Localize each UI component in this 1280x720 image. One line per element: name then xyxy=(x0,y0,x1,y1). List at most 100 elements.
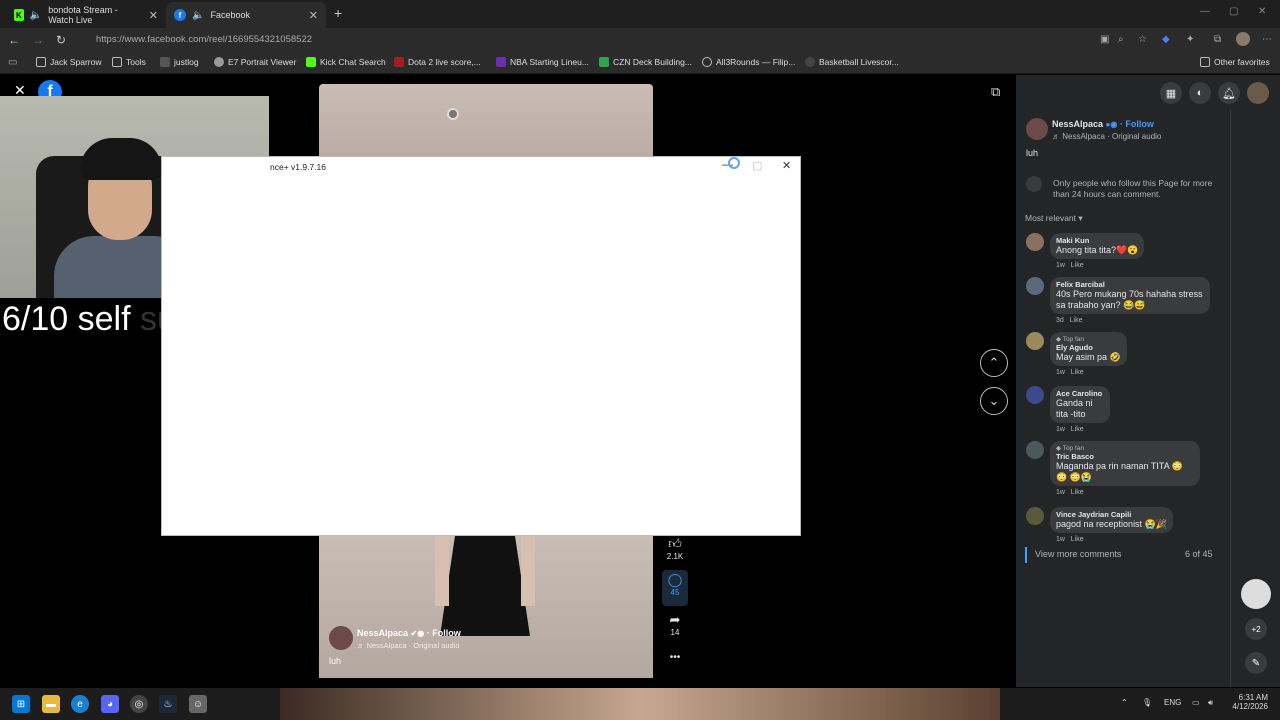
steam-icon[interactable]: ♨ xyxy=(159,695,177,713)
microphone-icon[interactable]: 🎙︎ xyxy=(1142,698,1152,707)
commenter-avatar[interactable] xyxy=(1026,386,1044,404)
bookmark-all3rounds[interactable]: All3Rounds — Filip... xyxy=(702,57,795,67)
next-reel-button[interactable]: ⌄ xyxy=(980,387,1008,415)
commenter-avatar[interactable] xyxy=(1026,332,1044,350)
url-field[interactable]: https://www.facebook.com/reel/1669554321… xyxy=(80,31,1090,49)
discord-icon[interactable]: ◕ xyxy=(101,695,119,713)
favorite-star-icon[interactable]: ☆ xyxy=(1138,34,1147,45)
commenter-avatar[interactable] xyxy=(1026,233,1044,251)
volume-icon[interactable]: 🔊︎ xyxy=(1208,698,1213,708)
view-more-comments-link[interactable]: View more comments xyxy=(1035,549,1121,559)
post-follow-button[interactable]: · Follow xyxy=(1120,119,1154,129)
commenter-name[interactable]: Tric Basco xyxy=(1056,452,1194,461)
commenter-avatar[interactable] xyxy=(1026,507,1044,525)
tray-overflow-icon[interactable]: ⌃ xyxy=(1121,698,1128,707)
commenter-name[interactable]: Maki Kun xyxy=(1056,236,1138,245)
edge-browser-icon[interactable]: e xyxy=(71,695,89,713)
post-audio[interactable]: ♬ NessAlpaca · Original audio xyxy=(1052,132,1161,141)
close-tab-icon[interactable]: ✕ xyxy=(149,9,158,22)
bookmark-dota2-live-score[interactable]: Dota 2 live score,... xyxy=(394,57,481,67)
close-tab-icon[interactable]: ✕ xyxy=(309,9,318,22)
commenter-avatar[interactable] xyxy=(1026,441,1044,459)
commenter-name[interactable]: Ely Agudo xyxy=(1056,343,1121,352)
split-screen-icon[interactable]: ▣ xyxy=(1100,34,1109,45)
post-author-avatar[interactable] xyxy=(1026,118,1048,140)
comment-like-button[interactable]: Like xyxy=(1071,369,1084,376)
commenter-avatar[interactable] xyxy=(1026,277,1044,295)
account-avatar[interactable] xyxy=(1247,82,1269,104)
comment-time[interactable]: 1w xyxy=(1056,369,1065,376)
reload-icon[interactable]: ↻ xyxy=(56,33,66,47)
reel-author-avatar[interactable] xyxy=(329,626,353,650)
comment-like-button[interactable]: Like xyxy=(1070,317,1083,324)
bookmark-kick-chat-search[interactable]: Kick Chat Search xyxy=(306,57,386,67)
commenter-name[interactable]: Vince Jaydrian Capili xyxy=(1056,510,1167,519)
extension-icon[interactable]: ◆ xyxy=(1162,34,1170,45)
bookmark-justlog[interactable]: justlog xyxy=(160,57,199,67)
comment-time[interactable]: 1w xyxy=(1056,536,1065,543)
bookmark-other-favorites[interactable]: Other favorites xyxy=(1200,57,1270,67)
zoom-icon[interactable]: ⌕ xyxy=(1118,34,1124,45)
reel-video-bottom[interactable]: NessAlpaca ✔◉ · Follow ♬ NessAlpaca · Or… xyxy=(319,536,653,678)
file-explorer-icon[interactable]: ▬ xyxy=(42,695,60,713)
comment-time[interactable]: 1w xyxy=(1056,489,1065,496)
post-author[interactable]: NessAlpaca ●◉ · Follow xyxy=(1052,119,1154,129)
comment-like-button[interactable]: Like xyxy=(1071,489,1084,496)
app-dialog-window[interactable]: nce+ v1.9.7.16 — ▢ ✕ xyxy=(161,156,801,536)
menu-grid-icon[interactable]: ▦ xyxy=(1160,82,1182,104)
comment-like-button[interactable]: Like xyxy=(1071,262,1084,269)
clock[interactable]: 6:31 AM 4/12/2026 xyxy=(1228,693,1268,711)
notifications-bell-icon[interactable]: 🔔︎ xyxy=(1218,82,1240,104)
dialog-maximize-icon[interactable]: ▢ xyxy=(752,159,762,172)
more-chats-badge[interactable]: +2 xyxy=(1245,618,1267,640)
comment-time[interactable]: 3d xyxy=(1056,317,1064,324)
comment-like-button[interactable]: Like xyxy=(1071,536,1084,543)
reel-author[interactable]: NessAlpaca ✔◉ · Follow xyxy=(357,628,461,638)
dialog-close-icon[interactable]: ✕ xyxy=(782,159,791,172)
previous-reel-button[interactable]: ⌃ xyxy=(980,349,1008,377)
sidebar-toggle-icon[interactable]: ▭ xyxy=(8,57,17,68)
start-windows-icon[interactable]: ⊞ xyxy=(12,695,30,713)
reel-follow-button[interactable]: · Follow xyxy=(427,628,461,638)
menu-icon[interactable]: ⋯ xyxy=(1262,34,1272,45)
messenger-icon[interactable]: ◐ xyxy=(1189,82,1211,104)
network-icon[interactable]: ▭ xyxy=(1192,698,1200,707)
reel-author-name[interactable]: NessAlpaca xyxy=(357,628,408,638)
comment-item: Vince Jaydrian Capili pagod na reception… xyxy=(1050,507,1173,543)
group-chat-avatar[interactable] xyxy=(1241,579,1271,609)
language-indicator[interactable]: ENG xyxy=(1164,698,1181,707)
reel-audio[interactable]: ♬ NessAlpaca · Original audio xyxy=(357,641,460,650)
bookmark-tools[interactable]: Tools xyxy=(112,57,146,67)
post-author-name[interactable]: NessAlpaca xyxy=(1052,119,1103,129)
profile-avatar[interactable] xyxy=(1236,32,1250,46)
comment-time[interactable]: 1w xyxy=(1056,262,1065,269)
commenter-name[interactable]: Ace Carolino xyxy=(1056,389,1104,398)
share-button[interactable]: ➦ 14 xyxy=(662,612,688,637)
back-icon[interactable]: ← xyxy=(8,33,20,47)
tab-bondota[interactable]: K 🔈 bondota Stream - Watch Live ✕ xyxy=(6,2,166,28)
new-tab-button[interactable]: + xyxy=(334,5,342,21)
commenter-name[interactable]: Felix Barcibal xyxy=(1056,280,1204,289)
more-options-button[interactable]: ••• xyxy=(662,652,688,663)
obs-icon[interactable]: ◎ xyxy=(130,695,148,713)
sort-dropdown[interactable]: Most relevant ▾ xyxy=(1025,213,1083,224)
minimize-icon[interactable]: — xyxy=(1200,6,1210,17)
app-icon[interactable]: ☺ xyxy=(189,695,207,713)
bookmark-jack-sparrow[interactable]: Jack Sparrow xyxy=(36,57,102,67)
maximize-icon[interactable]: ▢ xyxy=(1229,6,1238,17)
bookmark-e7-portrait-viewer[interactable]: E7 Portrait Viewer xyxy=(214,57,296,67)
bookmark-basketball-livescore[interactable]: Basketball Livescor... xyxy=(805,57,899,67)
comment-time[interactable]: 1w xyxy=(1056,426,1065,433)
like-button[interactable]: 👍︎ 2.1K xyxy=(662,536,688,561)
extensions-puzzle-icon[interactable]: ✦ xyxy=(1186,34,1194,45)
bookmark-nba-starting-lineup[interactable]: NBA Starting Lineu... xyxy=(496,57,589,67)
expand-panel-icon[interactable]: ⧉ xyxy=(991,84,1000,100)
close-window-icon[interactable]: ✕ xyxy=(1258,6,1266,17)
bookmark-czn-deck-building[interactable]: CZN Deck Building... xyxy=(599,57,692,67)
collections-icon[interactable]: ⧉ xyxy=(1214,34,1221,45)
new-message-icon[interactable]: ✎ xyxy=(1245,652,1267,674)
comment-like-button[interactable]: Like xyxy=(1071,426,1084,433)
tab-facebook[interactable]: f 🔈 Facebook ✕ xyxy=(166,2,326,28)
comment-button[interactable]: ◯ 45 xyxy=(662,570,688,606)
forward-icon[interactable]: → xyxy=(32,33,44,47)
